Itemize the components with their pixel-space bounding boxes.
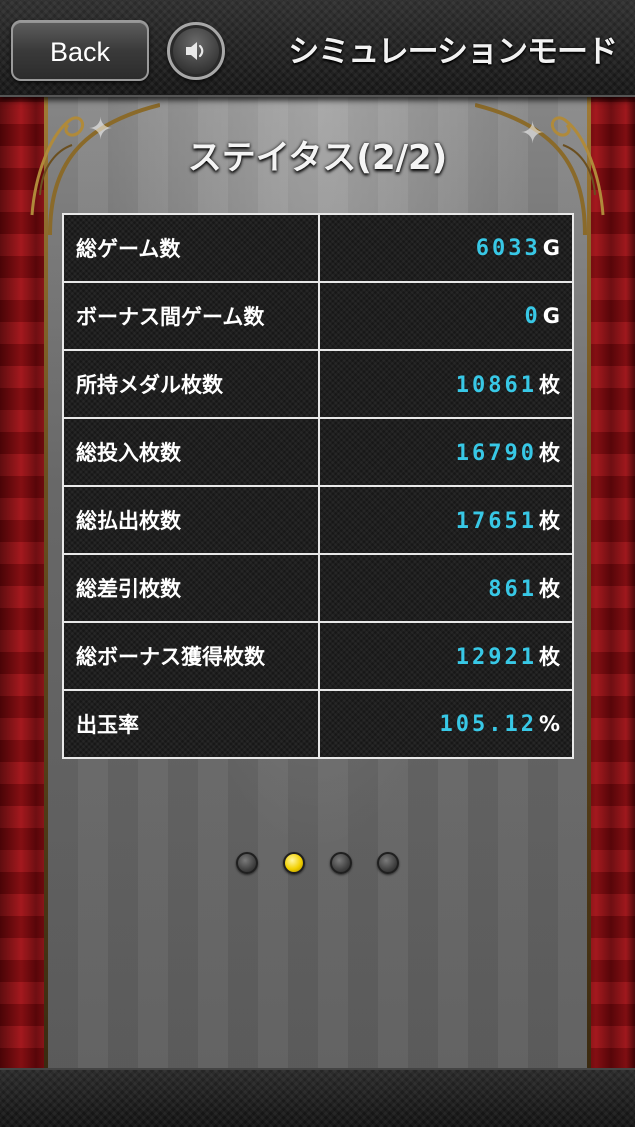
stat-value-cell: 10861枚 (318, 349, 574, 419)
stat-label: 総ゲーム数 (62, 213, 320, 283)
speaker-icon (186, 42, 204, 60)
table-row: 総ゲーム数 6033G (62, 213, 574, 283)
stat-value: 105.12 (439, 711, 537, 737)
stat-value-cell: 0G (318, 281, 574, 351)
stat-value-cell: 12921枚 (318, 621, 574, 691)
stat-value: 0 (524, 303, 541, 329)
stat-unit: 枚 (539, 373, 560, 397)
table-row: ボーナス間ゲーム数 0G (62, 281, 574, 351)
stat-value: 17651 (455, 509, 537, 534)
table-row: 総差引枚数 861枚 (62, 553, 574, 623)
stat-unit: G (542, 303, 560, 328)
stat-value: 10861 (455, 373, 537, 398)
top-bar: Back シミュレーションモード (0, 0, 635, 97)
stat-value-cell: 6033G (318, 213, 574, 283)
mode-title: シミュレーションモード (288, 34, 618, 70)
table-row: 総投入枚数 16790枚 (62, 417, 574, 487)
stat-label: 所持メダル枚数 (62, 349, 320, 419)
stat-value: 861 (488, 577, 537, 602)
stat-unit: G (542, 235, 560, 260)
app-screen: ✦ ✦ Back シミュレーションモード ステイタス(2/2) 総ゲーム数 60… (0, 0, 635, 1127)
stat-value: 6033 (475, 235, 541, 261)
stat-label: 総ボーナス獲得枚数 (62, 621, 320, 691)
stat-label: 総払出枚数 (62, 485, 320, 555)
stat-unit: % (538, 711, 560, 736)
stat-unit: 枚 (539, 509, 560, 533)
page-dot-2[interactable] (283, 852, 305, 874)
right-gold-frame (587, 95, 591, 1070)
stat-value-cell: 17651枚 (318, 485, 574, 555)
stat-label: 出玉率 (62, 689, 320, 759)
page-dot-3[interactable] (330, 852, 352, 874)
stat-value-cell: 105.12% (318, 689, 574, 759)
table-row: 所持メダル枚数 10861枚 (62, 349, 574, 419)
status-table: 総ゲーム数 6033G ボーナス間ゲーム数 0G 所持メダル枚数 10861枚 … (62, 213, 574, 759)
back-button[interactable]: Back (11, 20, 149, 81)
stat-label: 総投入枚数 (62, 417, 320, 487)
stat-value-cell: 16790枚 (318, 417, 574, 487)
stat-unit: 枚 (539, 441, 560, 465)
left-gold-frame (44, 95, 48, 1070)
stat-value: 16790 (455, 441, 537, 466)
stat-unit: 枚 (539, 645, 560, 669)
table-row: 総ボーナス獲得枚数 12921枚 (62, 621, 574, 691)
table-row: 総払出枚数 17651枚 (62, 485, 574, 555)
page-dot-1[interactable] (236, 852, 258, 874)
table-row: 出玉率 105.12% (62, 689, 574, 759)
page-title: ステイタス(2/2) (187, 138, 448, 178)
stat-unit: 枚 (539, 577, 560, 601)
page-indicator (0, 852, 635, 878)
page-dot-4[interactable] (377, 852, 399, 874)
bottom-bar (0, 1068, 635, 1127)
sound-button[interactable] (167, 22, 225, 80)
stat-label: ボーナス間ゲーム数 (62, 281, 320, 351)
stat-value-cell: 861枚 (318, 553, 574, 623)
stat-label: 総差引枚数 (62, 553, 320, 623)
stat-value: 12921 (455, 645, 537, 670)
